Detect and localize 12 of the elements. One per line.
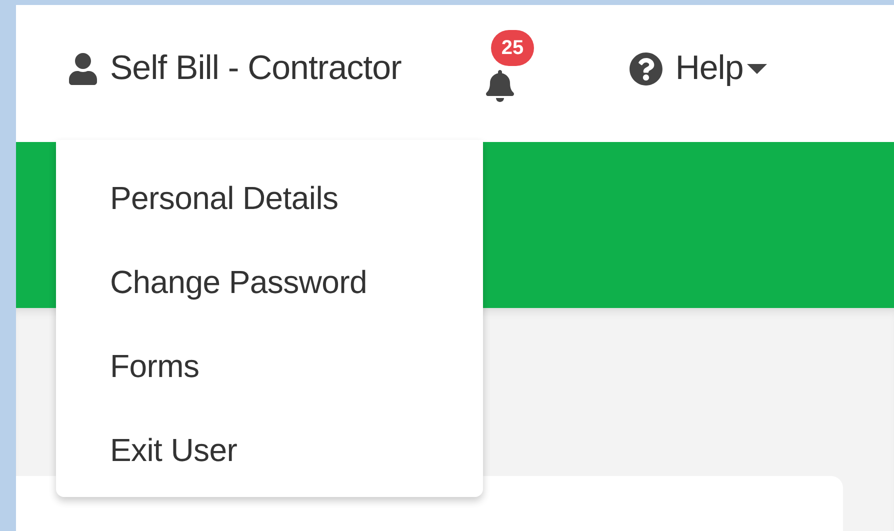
notifications-button[interactable]: 25 (483, 30, 546, 104)
user-menu-button[interactable]: Self Bill - Contractor (66, 38, 404, 98)
notification-count: 25 (491, 30, 534, 66)
dropdown-item[interactable]: Change Password (56, 240, 483, 324)
dropdown-item[interactable]: Personal Details (56, 156, 483, 240)
help-icon (629, 52, 664, 86)
dropdown-item[interactable]: Forms (56, 324, 483, 408)
bell-icon (485, 70, 516, 102)
caret-icon (747, 64, 768, 74)
help-menu-button[interactable]: Help (629, 38, 768, 98)
user-icon (68, 52, 98, 84)
dropdown-item[interactable]: Exit User (56, 408, 483, 492)
